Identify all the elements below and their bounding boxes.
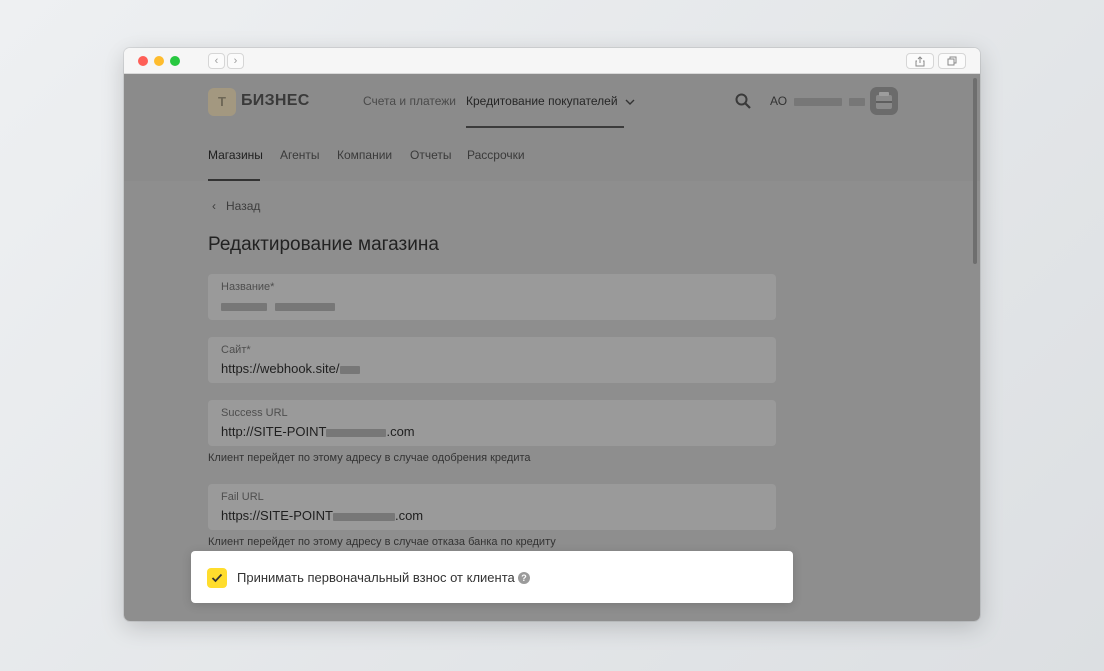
fail-url-prefix: https://SITE-POINT: [221, 508, 333, 523]
success-url-hint: Клиент перейдет по этому адресу в случае…: [208, 452, 531, 464]
site-field[interactable]: Сайт* https://webhook.site/: [208, 337, 776, 383]
subnav-reports[interactable]: Отчеты: [410, 148, 451, 162]
browser-forward-button[interactable]: ›: [227, 53, 244, 69]
redacted-fail-domain: [332, 512, 395, 521]
page-title: Редактирование магазина: [208, 234, 439, 255]
tabs-icon: [947, 56, 957, 66]
success-url-value: http://SITE-POINT .com: [221, 424, 415, 439]
down-payment-checkbox-label[interactable]: Принимать первоначальный взнос от клиент…: [237, 570, 515, 585]
back-link[interactable]: ‹ Назад: [212, 199, 260, 213]
nav-active-indicator: [466, 126, 624, 128]
name-field-value: [221, 298, 335, 313]
success-url-field[interactable]: Success URL http://SITE-POINT .com: [208, 400, 776, 446]
tabs-overview-button[interactable]: [938, 53, 966, 69]
site-field-text: https://webhook.site/: [221, 361, 340, 376]
building-icon: [876, 92, 892, 109]
redacted-company-name: [794, 97, 843, 106]
browser-titlebar: ‹ ›: [124, 48, 980, 74]
chevron-left-icon: ‹: [212, 199, 216, 213]
fail-url-hint: Клиент перейдет по этому адресу в случае…: [208, 536, 556, 548]
subnav-stores[interactable]: Магазины: [208, 148, 263, 162]
subnav-installments[interactable]: Рассрочки: [467, 148, 525, 162]
close-window-button[interactable]: [138, 56, 148, 66]
site-field-label: Сайт*: [221, 344, 251, 356]
logo-text: БИЗНЕС: [241, 92, 310, 109]
subnav-agents[interactable]: Агенты: [280, 148, 320, 162]
subnav-companies[interactable]: Компании: [337, 148, 392, 162]
nav-accounts-payments[interactable]: Счета и платежи: [363, 94, 456, 108]
user-avatar[interactable]: [870, 87, 898, 115]
page-content-dimmed: Т БИЗНЕС Счета и платежи Кредитование по…: [124, 74, 980, 621]
name-field-label: Название*: [221, 281, 275, 293]
site-header: Т БИЗНЕС Счета и платежи Кредитование по…: [124, 74, 980, 181]
chevron-down-icon: [625, 99, 635, 105]
redacted-name-part: [274, 302, 335, 311]
minimize-window-button[interactable]: [154, 56, 164, 66]
search-icon[interactable]: [735, 93, 751, 109]
nav-customer-lending[interactable]: Кредитование покупателей: [466, 94, 635, 108]
redacted-name-part: [221, 302, 267, 311]
fail-url-value: https://SITE-POINT .com: [221, 508, 423, 523]
nav-customer-lending-label: Кредитование покупателей: [466, 94, 618, 108]
success-url-suffix: .com: [386, 424, 415, 439]
company-prefix: АО: [770, 94, 788, 108]
highlighted-checkbox-row: Принимать первоначальный взнос от клиент…: [191, 551, 793, 603]
fail-url-label: Fail URL: [221, 491, 264, 503]
share-icon: [915, 56, 925, 67]
subnav-active-indicator: [208, 179, 260, 181]
checkmark-icon: [211, 573, 223, 583]
maximize-window-button[interactable]: [170, 56, 180, 66]
browser-back-button[interactable]: ‹: [208, 53, 225, 69]
share-button[interactable]: [906, 53, 934, 69]
down-payment-checkbox[interactable]: [207, 568, 227, 588]
browser-window: ‹ › Т БИЗНЕС Счета и платежи Кредитовани…: [124, 48, 980, 621]
company-name[interactable]: АО: [770, 94, 865, 108]
redacted-site-path: [339, 365, 360, 374]
tbank-logo[interactable]: Т: [208, 88, 236, 116]
fail-url-field[interactable]: Fail URL https://SITE-POINT .com: [208, 484, 776, 530]
redacted-company-name-suffix: [848, 97, 865, 106]
fail-url-suffix: .com: [394, 508, 424, 523]
success-url-prefix: http://SITE-POINT: [221, 424, 327, 439]
redacted-success-domain: [326, 428, 387, 437]
back-label: Назад: [226, 199, 261, 213]
site-field-value: https://webhook.site/: [221, 361, 360, 376]
help-icon[interactable]: ?: [518, 572, 530, 584]
success-url-label: Success URL: [221, 407, 288, 419]
name-field[interactable]: Название*: [208, 274, 776, 320]
page-scrollbar[interactable]: [973, 78, 977, 264]
